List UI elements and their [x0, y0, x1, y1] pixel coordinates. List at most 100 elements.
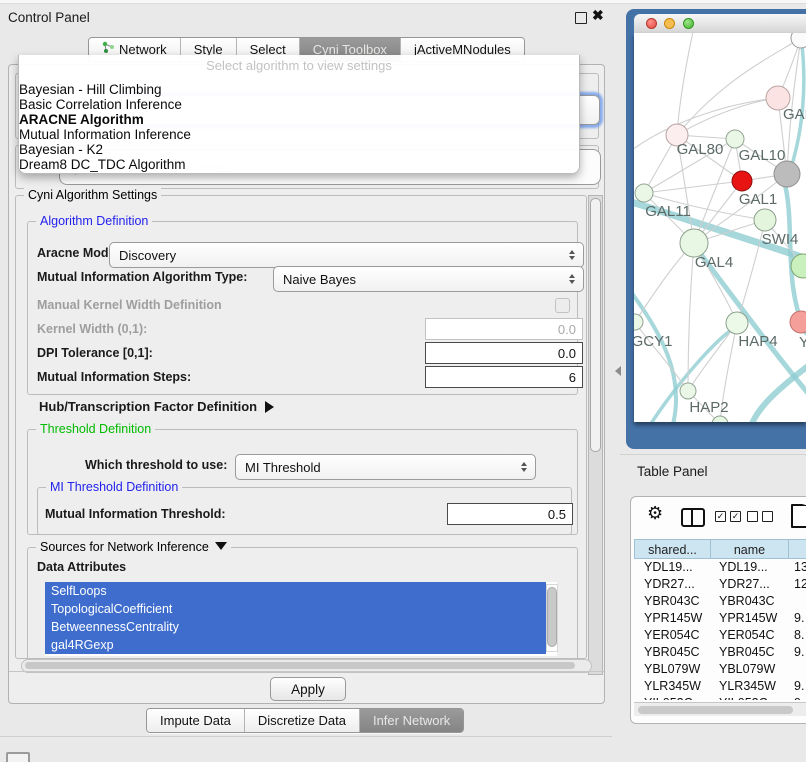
table-row[interactable]: YIL052CYIL052C9	[634, 695, 806, 700]
table-row[interactable]: YDL19...YDL19...13	[634, 559, 806, 576]
network-node[interactable]	[635, 184, 653, 202]
table-row[interactable]: YER054CYER054C8.	[634, 627, 806, 644]
hub-definition-expander[interactable]: Hub/Transcription Factor Definition	[39, 399, 274, 414]
aracne-mode-combobox[interactable]: Discovery	[109, 242, 584, 268]
algorithm-option[interactable]: Mutual Information Inference	[19, 127, 579, 142]
algorithm-option[interactable]: Dream8 DC_TDC Algorithm	[19, 157, 579, 172]
dpi-tolerance-field[interactable]: 0.0	[425, 342, 583, 364]
gear-icon[interactable]: ⚙	[647, 503, 663, 524]
algorithm-option[interactable]: Bayesian - K2	[19, 142, 579, 157]
tab-discretize-data[interactable]: Discretize Data	[244, 709, 359, 732]
settings-vertical-scrollbar-thumb[interactable]	[590, 198, 601, 452]
network-node[interactable]	[754, 209, 776, 231]
mi-threshold-field[interactable]: 0.5	[447, 503, 573, 525]
table-cell[interactable]: YDL19...	[634, 559, 711, 576]
network-node[interactable]	[712, 416, 728, 422]
table-row[interactable]: YLR345WYLR345W9.	[634, 678, 806, 695]
expand-arrow-icon[interactable]	[265, 401, 274, 413]
table-cell[interactable]: 13	[789, 559, 806, 576]
data-attribute-item[interactable]: SelfLoops	[45, 582, 546, 600]
algorithm-option[interactable]: ARACNE Algorithm	[19, 112, 579, 127]
table-cell[interactable]: YLR345W	[634, 678, 711, 695]
minimized-panel-icon[interactable]	[6, 752, 30, 762]
apply-button[interactable]: Apply	[270, 677, 346, 701]
zoom-traffic-light[interactable]	[683, 18, 694, 29]
table-cell[interactable]: YDL19...	[711, 559, 789, 576]
table-cell[interactable]: YBR043C	[634, 593, 711, 610]
document-icon[interactable]	[791, 504, 806, 528]
table-cell[interactable]: 8.	[789, 627, 806, 644]
list-vertical-scrollbar-thumb[interactable]	[547, 587, 557, 647]
network-canvas[interactable]: GAL80GAL10GAL11GAL1SWI4GAL4GCY1HAP4HAP2G…	[634, 33, 806, 422]
table-cell[interactable]: 9	[789, 695, 806, 700]
table-cell[interactable]: YBL079W	[634, 661, 711, 678]
column-header[interactable]: shared...	[634, 539, 711, 559]
float-window-icon[interactable]	[575, 12, 587, 24]
column-header[interactable]: name	[711, 539, 789, 559]
table-cell[interactable]: YBL079W	[711, 661, 789, 678]
close-icon[interactable]: ✖	[592, 7, 604, 24]
network-window-titlebar[interactable]	[634, 14, 806, 34]
table-cell[interactable]: YBR043C	[711, 593, 789, 610]
table-row[interactable]: YPR145WYPR145W9.	[634, 610, 806, 627]
manual-kernel-checkbox[interactable]	[555, 298, 570, 313]
column-browser-icon[interactable]	[681, 508, 705, 527]
algorithm-option[interactable]: Bayesian - Hill Climbing	[19, 82, 579, 97]
network-node[interactable]	[680, 229, 708, 257]
network-node[interactable]	[726, 130, 744, 148]
table-cell[interactable]	[789, 593, 806, 610]
network-node[interactable]	[790, 311, 806, 333]
collapse-arrow-icon[interactable]	[215, 542, 227, 550]
table-cell[interactable]: YBR045C	[711, 644, 789, 661]
network-node[interactable]	[680, 383, 696, 399]
table-cell[interactable]: YER054C	[634, 627, 711, 644]
minimize-traffic-light[interactable]	[664, 18, 675, 29]
table-cell[interactable]: YER054C	[711, 627, 789, 644]
network-node[interactable]	[732, 171, 752, 191]
table-cell[interactable]: 9.	[789, 678, 806, 695]
table-panel-title: Table Panel	[637, 464, 708, 479]
data-attribute-item[interactable]: BetweennessCentrality	[45, 618, 546, 636]
table-row[interactable]: YBL079WYBL079W	[634, 661, 806, 678]
data-attribute-item[interactable]: gal4RGexp	[45, 636, 546, 654]
data-attribute-item[interactable]: TopologicalCoefficient	[45, 600, 546, 618]
table-horizontal-scrollbar-thumb[interactable]	[638, 706, 793, 714]
table-horizontal-scrollbar[interactable]	[634, 702, 806, 716]
settings-horizontal-scrollbar-thumb[interactable]	[25, 662, 575, 669]
table-row[interactable]: YBR043CYBR043C	[634, 593, 806, 610]
table-cell[interactable]: YPR145W	[634, 610, 711, 627]
mi-type-combobox[interactable]: Naive Bayes	[273, 266, 584, 292]
table-cell[interactable]: 9.	[789, 644, 806, 661]
table-cell[interactable]: YBR045C	[634, 644, 711, 661]
table-cell[interactable]: YDR27...	[634, 576, 711, 593]
split-pane-collapse-icon[interactable]	[610, 366, 621, 376]
tab-infer-network[interactable]: Infer Network	[359, 709, 463, 732]
table-cell[interactable]: YDR27...	[711, 576, 789, 593]
mi-threshold-label: Mutual Information Threshold:	[45, 507, 226, 521]
table-cell[interactable]: YIL052C	[634, 695, 711, 700]
table-cell[interactable]	[789, 661, 806, 678]
algorithm-option[interactable]: Basic Correlation Inference	[19, 97, 579, 112]
network-node[interactable]	[726, 312, 748, 334]
settings-vertical-scrollbar[interactable]	[588, 195, 603, 675]
table-cell[interactable]: 12	[789, 576, 806, 593]
table-cell[interactable]: 9.	[789, 610, 806, 627]
network-node[interactable]	[774, 161, 800, 187]
table-cell[interactable]: YIL052C	[711, 695, 789, 700]
which-threshold-combobox[interactable]: MI Threshold	[235, 454, 536, 480]
network-node[interactable]	[791, 33, 806, 48]
kernel-width-field[interactable]: 0.0	[425, 318, 583, 340]
tab-impute-data[interactable]: Impute Data	[147, 709, 244, 732]
deselect-all-columns-icon[interactable]	[747, 511, 773, 522]
table-cell[interactable]: YPR145W	[711, 610, 789, 627]
network-node[interactable]	[634, 314, 643, 330]
close-traffic-light[interactable]	[646, 18, 657, 29]
column-header[interactable]: A	[789, 539, 806, 559]
table-row[interactable]: YDR27...YDR27...12	[634, 576, 806, 593]
select-all-columns-icon[interactable]: ✓ ✓	[715, 511, 741, 522]
table-row[interactable]: YBR045CYBR045C9.	[634, 644, 806, 661]
mi-steps-field[interactable]: 6	[425, 366, 583, 388]
table-cell[interactable]: YLR345W	[711, 678, 789, 695]
list-vertical-scrollbar[interactable]	[546, 584, 558, 652]
sources-collapser[interactable]: Sources for Network Inference	[36, 540, 231, 554]
